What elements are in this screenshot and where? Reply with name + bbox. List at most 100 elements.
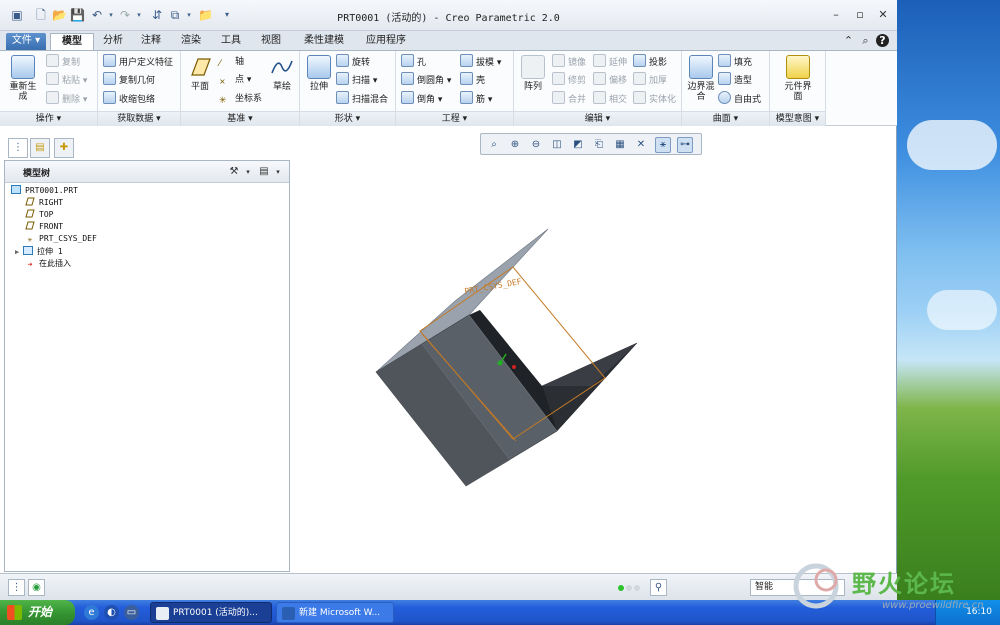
group-label-shapes[interactable]: 形状 ▾ [300,111,395,126]
find-icon[interactable]: ⚲ [650,579,667,596]
axis-button[interactable]: ⁄ 轴 [219,54,244,70]
help-icon[interactable]: ? [876,34,889,47]
group-label-datum[interactable]: 基准 ▾ [181,111,299,126]
trim-button[interactable]: 修剪 [552,72,586,88]
taskbar-item-creo[interactable]: PRT0001 (活动的)... [150,602,272,623]
tree-node-top[interactable]: TOP [25,209,53,221]
offset-button[interactable]: 偏移 [593,72,627,88]
group-label-get-data[interactable]: 获取数据 ▾ [98,111,180,126]
tab-flexible-modeling[interactable]: 柔性建模 [296,33,352,50]
tree-settings-dropdown-icon[interactable]: ▾ [241,165,255,179]
copy-button[interactable]: 复制 [46,54,80,70]
model-tree-tab-icon[interactable]: ⋮ [8,138,28,158]
spin-center-icon[interactable]: ⚹ [655,137,671,153]
tree-node-right[interactable]: RIGHT [25,197,63,209]
point-button[interactable]: × 点 ▾ [219,72,251,88]
folder-browser-tab-icon[interactable]: ▤ [30,138,50,158]
csys-button[interactable]: ✳ 坐标系 [219,91,262,107]
repaint-icon[interactable]: ◫ [549,137,565,153]
tree-show-icon[interactable]: ▤ [257,165,271,179]
shell-button[interactable]: 壳 [460,72,485,88]
taskbar-item-word[interactable]: 新建 Microsoft W... [276,602,394,623]
project-button[interactable]: 投影 [633,54,667,70]
view-manager-icon[interactable]: ▦ [612,137,628,153]
style-button[interactable]: 造型 [718,72,752,88]
saved-views-icon[interactable]: ⎗ [591,137,607,153]
tree-node-insert-here[interactable]: ➜ 在此插入 [25,258,71,270]
model-tree-panel: 模型树 ⚒ ▾ ▤ ▾ PRT0001.PRT RIGHT TOP FRONT … [4,160,290,572]
revolve-button[interactable]: 旋转 [336,54,370,70]
start-button[interactable]: 开始 [0,600,75,625]
ie-icon[interactable]: e [84,605,99,620]
tree-node-part[interactable]: PRT0001.PRT [11,185,78,197]
delete-button[interactable]: 删除 ▾ [46,91,87,107]
tree-show-dropdown-icon[interactable]: ▾ [271,165,285,179]
group-label-operations[interactable]: 操作 ▾ [0,111,97,126]
extrude-button[interactable]: 拉伸 [302,55,336,92]
maximize-button[interactable]: ▫ [853,9,867,21]
search-icon[interactable]: ⌕ [859,34,872,47]
task-label: PRT0001 (活动的)... [173,608,258,618]
tab-file[interactable]: 文件 ▾ [6,33,46,50]
tab-view[interactable]: 视图 [254,33,288,50]
tab-annotate[interactable]: 注释 [134,33,168,50]
refit-icon[interactable]: ⌕ [486,137,502,153]
pattern-button[interactable]: 阵列 [516,55,550,92]
close-button[interactable]: ✕ [876,9,890,21]
tree-node-csys[interactable]: ✳ PRT_CSYS_DEF [25,233,97,245]
mirror-button[interactable]: 镜像 [552,54,586,70]
browser-toggle-icon[interactable]: ◉ [28,579,45,596]
intersect-button[interactable]: 相交 [593,91,627,107]
datum-display-icon[interactable]: ✕ [633,137,649,153]
draft-button[interactable]: 拔模 ▾ [460,54,501,70]
sketch-button[interactable]: 草绘 [265,55,299,92]
model-viewport[interactable]: PRT_CSYS_DEF [292,128,896,572]
csys-origin-icon[interactable] [497,360,503,366]
copy-geometry-button[interactable]: 复制几何 [103,72,155,88]
boundary-blend-button[interactable]: 边界混合 [684,55,718,102]
expand-arrow-icon[interactable]: ▶ [15,246,23,258]
udf-button[interactable]: 用户定义特征 [103,54,173,70]
tab-tools[interactable]: 工具 [214,33,248,50]
minimize-ribbon-icon[interactable]: ⌃ [842,34,855,47]
freestyle-button[interactable]: 自由式 [718,91,761,107]
zoom-in-icon[interactable]: ⊕ [507,137,523,153]
group-label-editing[interactable]: 编辑 ▾ [514,111,681,126]
extend-button[interactable]: 延伸 [593,54,627,70]
tree-settings-icon[interactable]: ⚒ [227,165,241,179]
hole-button[interactable]: 孔 [401,54,426,70]
component-interface-button[interactable]: 元件界面 [781,55,815,102]
regenerate-button[interactable]: 重新生成 [6,55,40,102]
sweep-button[interactable]: 扫描 ▾ [336,72,377,88]
solidify-icon [633,91,646,104]
group-label-model-intent[interactable]: 模型意图 ▾ [770,111,825,126]
shrinkwrap-button[interactable]: 收缩包络 [103,91,155,107]
tab-model[interactable]: 模型 [50,33,94,50]
media-player-icon[interactable]: ◐ [104,605,119,620]
tab-applications[interactable]: 应用程序 [358,33,414,50]
navigator-toggle-icon[interactable]: ⋮ [8,579,25,596]
tab-render[interactable]: 渲染 [174,33,208,50]
group-label-surfaces[interactable]: 曲面 ▾ [682,111,769,126]
tree-node-extrude[interactable]: ▶ 拉伸 1 [15,246,63,258]
rib-button[interactable]: 筋 ▾ [460,91,492,107]
fill-button[interactable]: 填充 [718,54,752,70]
annotation-display-icon[interactable]: ⊶ [677,137,693,153]
paste-button[interactable]: 粘贴 ▾ [46,72,87,88]
favorites-tab-icon[interactable]: ✚ [54,138,74,158]
minimize-button[interactable]: – [829,9,843,21]
round-button[interactable]: 倒圆角 ▾ [401,72,451,88]
pattern-label: 阵列 [523,82,542,92]
tree-node-front[interactable]: FRONT [25,221,63,233]
group-label-engineering[interactable]: 工程 ▾ [396,111,513,126]
tab-analysis[interactable]: 分析 [96,33,130,50]
zoom-out-icon[interactable]: ⊖ [528,137,544,153]
chamfer-button[interactable]: 倒角 ▾ [401,91,442,107]
swept-blend-button[interactable]: 扫描混合 [336,91,388,107]
plane-button[interactable]: 平面 [183,55,217,92]
solidify-button[interactable]: 实体化 [633,91,676,107]
merge-button[interactable]: 合并 [552,91,586,107]
show-desktop-icon[interactable]: ▭ [124,605,139,620]
thicken-button[interactable]: 加厚 [633,72,667,88]
display-style-icon[interactable]: ◩ [570,137,586,153]
